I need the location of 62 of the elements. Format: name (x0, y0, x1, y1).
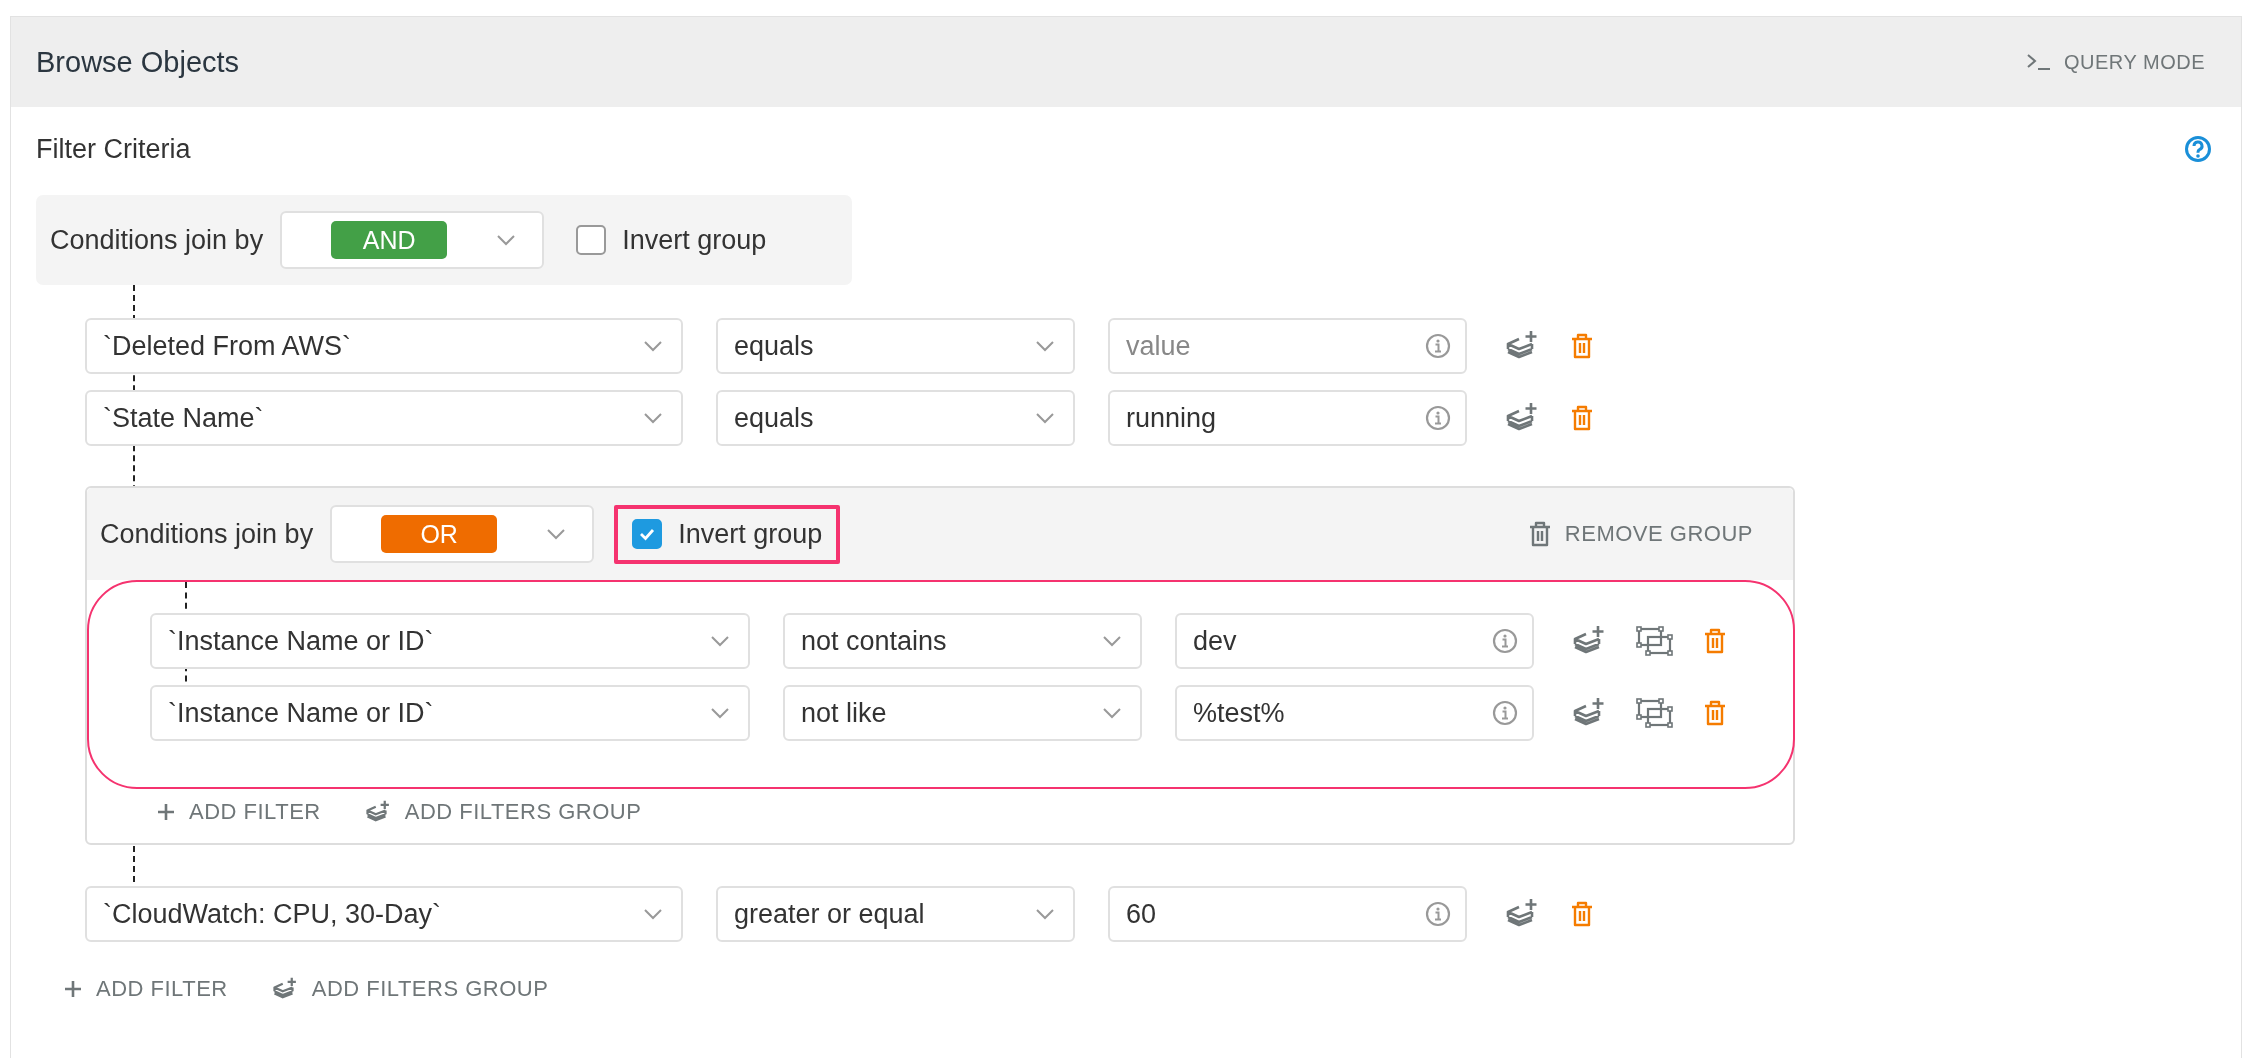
add-filter-button[interactable]: ADD FILTER (157, 799, 321, 825)
join-badge: AND (331, 221, 448, 259)
value-field[interactable]: dev (1175, 613, 1534, 669)
trash-icon[interactable] (1571, 333, 1593, 359)
query-mode-button[interactable]: QUERY MODE (2026, 50, 2205, 74)
value-field[interactable]: running (1108, 390, 1467, 446)
field-dropdown[interactable]: `Instance Name or ID` (150, 685, 750, 741)
checkbox[interactable] (632, 519, 663, 549)
remove-group-button[interactable]: REMOVE GROUP (1528, 521, 1753, 547)
plus-icon (157, 803, 175, 821)
add-filters-group-button[interactable]: ADD FILTERS GROUP (364, 799, 642, 825)
panel-title: Browse Objects (36, 45, 240, 79)
chevron-icon (1035, 340, 1055, 352)
field-dropdown[interactable]: `Deleted From AWS` (85, 318, 683, 374)
trash-icon[interactable] (1571, 405, 1593, 431)
chevron-icon (1102, 707, 1122, 719)
chevron-icon (1035, 412, 1055, 424)
chevron-icon (643, 908, 663, 920)
info-icon[interactable] (1425, 405, 1451, 431)
frames-icon[interactable] (1636, 698, 1674, 728)
layers-plus-icon (364, 800, 391, 824)
chevron-icon (1035, 908, 1055, 920)
chevron-icon (643, 340, 663, 352)
chevron-icon (710, 707, 730, 719)
info-icon[interactable] (1492, 700, 1518, 726)
operator-dropdown[interactable]: not contains (783, 613, 1142, 669)
operator-dropdown[interactable]: not like (783, 685, 1142, 741)
info-icon[interactable] (1425, 333, 1451, 359)
add-filters-group-button[interactable]: ADD FILTERS GROUP (271, 976, 549, 1002)
operator-dropdown[interactable]: greater or equal (716, 886, 1075, 942)
trash-icon[interactable] (1571, 901, 1593, 927)
plus-icon (64, 980, 82, 998)
checkbox[interactable] (576, 225, 607, 255)
frames-icon[interactable] (1636, 626, 1674, 656)
help-icon[interactable] (2184, 135, 2212, 163)
value-field[interactable]: %test% (1175, 685, 1534, 741)
add-filter-button[interactable]: ADD FILTER (64, 976, 228, 1002)
field-dropdown[interactable]: `CloudWatch: CPU, 30-Day` (85, 886, 683, 942)
join-badge: OR (381, 515, 498, 553)
join-label: Conditions join by (100, 518, 314, 550)
layers-plus-icon (271, 977, 298, 1001)
operator-dropdown[interactable]: equals (716, 318, 1075, 374)
value-field[interactable]: 60 (1108, 886, 1467, 942)
trash-icon[interactable] (1528, 521, 1551, 547)
chevron-icon (1102, 635, 1122, 647)
operator-dropdown[interactable]: equals (716, 390, 1075, 446)
trash-icon[interactable] (1704, 628, 1726, 654)
trash-icon[interactable] (1704, 700, 1726, 726)
terminal-icon (2026, 53, 2053, 71)
chevron-icon (643, 412, 663, 424)
invert-label[interactable]: Invert group (678, 518, 823, 550)
invert-label[interactable]: Invert group (622, 224, 767, 256)
chevron-icon (496, 234, 517, 246)
field-dropdown[interactable]: `State Name` (85, 390, 683, 446)
field-dropdown[interactable]: `Instance Name or ID` (150, 613, 750, 669)
join-label: Conditions join by (50, 224, 264, 256)
info-icon[interactable] (1492, 628, 1518, 654)
info-icon[interactable] (1425, 901, 1451, 927)
value-field[interactable]: value (1108, 318, 1467, 374)
chevron-icon (546, 528, 567, 540)
chevron-icon (710, 635, 730, 647)
filter-criteria-label: Filter Criteria (36, 133, 191, 165)
